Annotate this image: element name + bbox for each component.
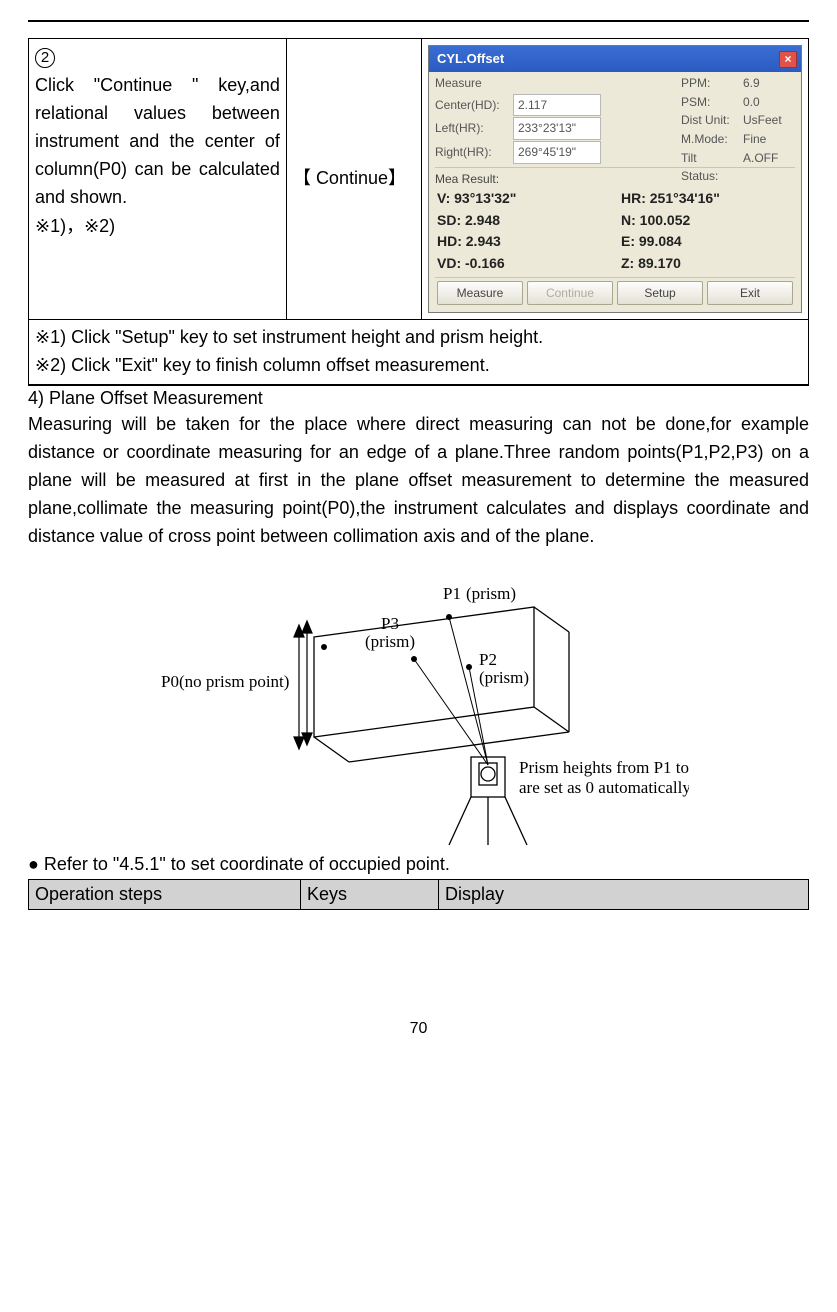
diagram-note-line2: are set as 0 automatically. [519,778,689,797]
psm-value: 0.0 [743,93,795,112]
close-icon[interactable]: × [779,51,797,68]
exit-button[interactable]: Exit [707,281,793,306]
diagram-note-line1: Prism heights from P1 to P3 [519,758,689,777]
diagram-p0-label: P0(no prism point) [161,672,289,691]
plane-offset-diagram: P0(no prism point) P1 (prism) P3 (prism)… [28,551,809,852]
diagram-p3-label: P3 [381,614,399,633]
hr-value: HR: 251°34'16" [621,188,795,210]
section-body: Measuring will be taken for the place wh… [28,411,809,550]
mmode-label: M.Mode: [681,130,737,149]
vd-value: VD: -0.166 [437,253,611,275]
cyl-title-text: CYL.Offset [437,49,504,69]
mmode-value: Fine [743,130,795,149]
dist-unit-value: UsFeet [743,111,795,130]
tilt-status-value: A.OFF [743,149,795,186]
ppm-value: 6.9 [743,74,795,93]
mea-result-grid: V: 93°13'32" HR: 251°34'16" SD: 2.948 N:… [435,188,795,277]
tilt-status-label: Tilt Status: [681,149,737,186]
section-heading: 4) Plane Offset Measurement [28,385,809,409]
center-hd-label: Center(HD): [435,96,507,115]
step-text: Click "Continue " key,and relational val… [35,72,280,211]
ops-header-table: Operation steps Keys Display [28,879,809,910]
e-value: E: 99.084 [621,231,795,253]
footnote-1: ※1) Click "Setup" key to set instrument … [35,324,802,352]
continue-button[interactable]: Continue [527,281,613,306]
v-value: V: 93°13'32" [437,188,611,210]
diagram-p3-prism: (prism) [365,632,415,651]
step-footnote-ref: ※1)，※2) [35,213,280,241]
svg-text:(prism): (prism) [365,632,415,651]
measure-button[interactable]: Measure [437,281,523,306]
step-cell: 2 Click "Continue " key,and relational v… [29,39,287,320]
sd-value: SD: 2.948 [437,210,611,232]
display-cell: CYL.Offset × Measure Center(HD): 2.117 L… [422,39,809,320]
setup-button[interactable]: Setup [617,281,703,306]
hd-value: HD: 2.943 [437,231,611,253]
psm-label: PSM: [681,93,737,112]
right-hr-value[interactable]: 269°45'19" [513,141,601,164]
refer-line: ● Refer to "4.5.1" to set coordinate of … [28,854,809,875]
svg-text:(prism): (prism) [466,584,516,603]
keys-cell: 【 Continue】 [286,39,421,320]
diagram-p1-label: P1 [443,584,461,603]
step-number: 2 [35,48,55,68]
diagram-p2-prism: (prism) [479,668,529,687]
cyl-offset-window: CYL.Offset × Measure Center(HD): 2.117 L… [428,45,802,313]
footnotes-cell: ※1) Click "Setup" key to set instrument … [29,320,809,385]
settings-block: PPM: 6.9 PSM: 0.0 Dist Unit: UsFeet M.Mode:… [681,74,795,186]
left-hr-value[interactable]: 233°23'13" [513,117,601,140]
page-number: 70 [28,910,809,1048]
step-table: 2 Click "Continue " key,and relational v… [28,38,809,385]
center-hd-value[interactable]: 2.117 [513,94,601,117]
key-continue-label: 【 Continue】 [293,168,406,188]
ppm-label: PPM: [681,74,737,93]
z-value: Z: 89.170 [621,253,795,275]
svg-text:(prism): (prism) [479,668,529,687]
left-hr-label: Left(HR): [435,119,507,138]
diagram-p1-prism: (prism) [466,584,516,603]
diagram-p2-label: P2 [479,650,497,669]
hdr-display: Display [439,879,809,909]
dist-unit-label: Dist Unit: [681,111,737,130]
n-value: N: 100.052 [621,210,795,232]
cyl-titlebar: CYL.Offset × [429,46,801,72]
footnote-2: ※2) Click "Exit" key to finish column of… [35,352,802,380]
hdr-keys: Keys [301,879,439,909]
right-hr-label: Right(HR): [435,143,507,162]
hdr-steps: Operation steps [29,879,301,909]
